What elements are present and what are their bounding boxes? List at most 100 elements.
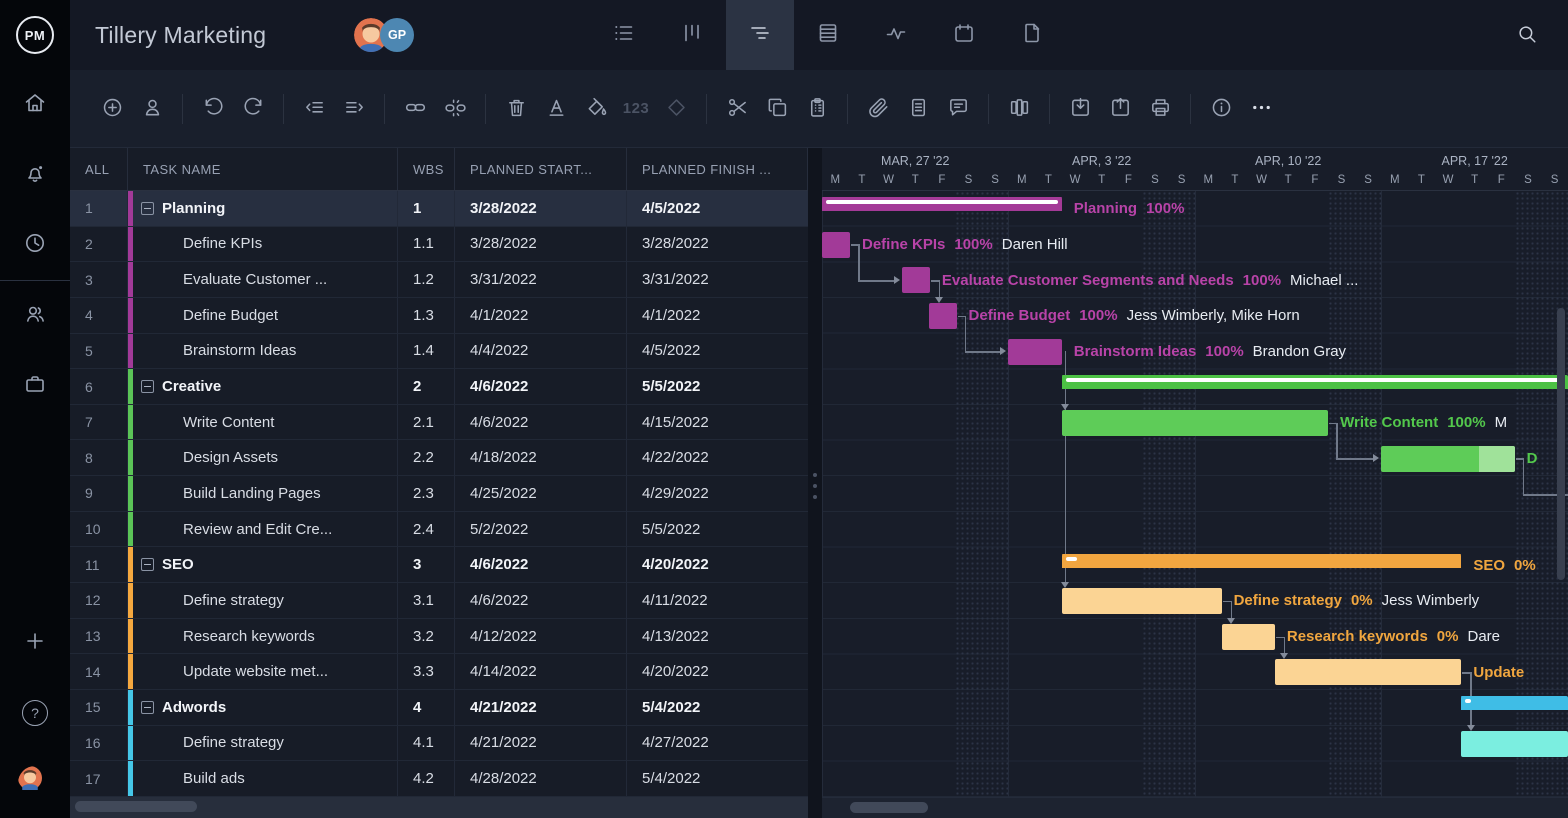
task-name-cell[interactable]: Update website met... bbox=[128, 654, 398, 689]
copy-button[interactable] bbox=[757, 89, 797, 129]
gantt-task-bar[interactable] bbox=[822, 232, 850, 258]
wbs-cell[interactable]: 1.1 bbox=[398, 227, 455, 262]
task-name-cell[interactable]: Build ads bbox=[128, 761, 398, 796]
link-tasks-button[interactable] bbox=[395, 89, 435, 129]
gantt-task-bar[interactable] bbox=[1008, 339, 1061, 365]
info-button[interactable] bbox=[1201, 89, 1241, 129]
view-tab-document-view[interactable] bbox=[998, 0, 1066, 70]
planned-start-cell[interactable]: 4/21/2022 bbox=[455, 690, 627, 725]
row-number-cell[interactable]: 14 bbox=[70, 654, 128, 689]
view-tab-gantt-view[interactable] bbox=[726, 0, 794, 70]
gantt-task-bar[interactable] bbox=[1062, 588, 1222, 614]
task-name-cell[interactable]: Build Landing Pages bbox=[128, 476, 398, 511]
sidebar-item-team[interactable] bbox=[0, 281, 70, 351]
column-header-task-name[interactable]: TASK NAME bbox=[128, 148, 398, 190]
add-person-button[interactable] bbox=[132, 89, 172, 129]
wbs-cell[interactable]: 1.3 bbox=[398, 298, 455, 333]
column-header-wbs[interactable]: WBS bbox=[398, 148, 455, 190]
planned-finish-cell[interactable]: 4/20/2022 bbox=[627, 654, 808, 689]
wbs-cell[interactable]: 2.1 bbox=[398, 405, 455, 440]
table-hscrollbar-track[interactable] bbox=[70, 797, 808, 818]
view-tab-activity-view[interactable] bbox=[862, 0, 930, 70]
panel-resize-handle[interactable] bbox=[808, 148, 822, 818]
planned-start-cell[interactable]: 4/6/2022 bbox=[455, 547, 627, 582]
import-button[interactable] bbox=[1060, 89, 1100, 129]
row-number-cell[interactable]: 8 bbox=[70, 440, 128, 475]
redo-button[interactable] bbox=[233, 89, 273, 129]
gantt-summary-bar[interactable] bbox=[1062, 554, 1462, 568]
wbs-cell[interactable]: 3.3 bbox=[398, 654, 455, 689]
gantt-task-bar[interactable] bbox=[1062, 410, 1328, 436]
task-name-cell[interactable]: SEO bbox=[128, 547, 398, 582]
notes-button[interactable] bbox=[898, 89, 938, 129]
planned-start-cell[interactable]: 4/21/2022 bbox=[455, 726, 627, 761]
add-task-button[interactable] bbox=[92, 89, 132, 129]
view-tab-board-view[interactable] bbox=[658, 0, 726, 70]
search-button[interactable] bbox=[1504, 0, 1550, 70]
row-number-cell[interactable]: 3 bbox=[70, 262, 128, 297]
sidebar-item-time[interactable] bbox=[0, 210, 70, 280]
collapse-group-button[interactable] bbox=[141, 701, 154, 714]
planned-finish-cell[interactable]: 4/1/2022 bbox=[627, 298, 808, 333]
planned-finish-cell[interactable]: 5/4/2022 bbox=[627, 690, 808, 725]
app-logo[interactable]: PM bbox=[0, 0, 70, 70]
unlink-tasks-button[interactable] bbox=[435, 89, 475, 129]
planned-finish-cell[interactable]: 4/15/2022 bbox=[627, 405, 808, 440]
column-header-planned-start[interactable]: PLANNED START... bbox=[455, 148, 627, 190]
wbs-cell[interactable]: 2.2 bbox=[398, 440, 455, 475]
print-button[interactable] bbox=[1140, 89, 1180, 129]
row-number-cell[interactable]: 16 bbox=[70, 726, 128, 761]
planned-start-cell[interactable]: 5/2/2022 bbox=[455, 512, 627, 547]
planned-start-cell[interactable]: 4/4/2022 bbox=[455, 334, 627, 369]
sidebar-item-add[interactable] bbox=[0, 608, 70, 678]
cut-button[interactable] bbox=[717, 89, 757, 129]
planned-finish-cell[interactable]: 4/20/2022 bbox=[627, 547, 808, 582]
planned-finish-cell[interactable]: 4/11/2022 bbox=[627, 583, 808, 618]
sidebar-item-profile[interactable] bbox=[0, 748, 70, 818]
wbs-cell[interactable]: 2.3 bbox=[398, 476, 455, 511]
text-color-button[interactable] bbox=[536, 89, 576, 129]
wbs-cell[interactable]: 1 bbox=[398, 191, 455, 226]
task-name-cell[interactable]: Define strategy bbox=[128, 583, 398, 618]
indent-button[interactable] bbox=[334, 89, 374, 129]
planned-finish-cell[interactable]: 3/31/2022 bbox=[627, 262, 808, 297]
wbs-cell[interactable]: 4.2 bbox=[398, 761, 455, 796]
row-number-cell[interactable]: 17 bbox=[70, 761, 128, 796]
gantt-task-bar[interactable] bbox=[929, 303, 957, 329]
task-name-cell[interactable]: Evaluate Customer ... bbox=[128, 262, 398, 297]
planned-start-cell[interactable]: 4/6/2022 bbox=[455, 583, 627, 618]
planned-start-cell[interactable]: 4/25/2022 bbox=[455, 476, 627, 511]
row-number-cell[interactable]: 2 bbox=[70, 227, 128, 262]
row-number-cell[interactable]: 10 bbox=[70, 512, 128, 547]
planned-start-cell[interactable]: 4/18/2022 bbox=[455, 440, 627, 475]
row-number-cell[interactable]: 11 bbox=[70, 547, 128, 582]
row-number-cell[interactable]: 6 bbox=[70, 369, 128, 404]
planned-start-cell[interactable]: 4/6/2022 bbox=[455, 369, 627, 404]
planned-finish-cell[interactable]: 4/13/2022 bbox=[627, 619, 808, 654]
milestone-button[interactable] bbox=[656, 89, 696, 129]
planned-start-cell[interactable]: 4/14/2022 bbox=[455, 654, 627, 689]
gantt-task-bar[interactable] bbox=[1381, 446, 1514, 472]
wbs-cell[interactable]: 1.2 bbox=[398, 262, 455, 297]
sidebar-item-home[interactable] bbox=[0, 70, 70, 140]
planned-start-cell[interactable]: 3/31/2022 bbox=[455, 262, 627, 297]
row-number-cell[interactable]: 1 bbox=[70, 191, 128, 226]
planned-finish-cell[interactable]: 4/22/2022 bbox=[627, 440, 808, 475]
task-name-cell[interactable]: Review and Edit Cre... bbox=[128, 512, 398, 547]
row-number-cell[interactable]: 5 bbox=[70, 334, 128, 369]
collapse-group-button[interactable] bbox=[141, 558, 154, 571]
table-hscrollbar-thumb[interactable] bbox=[75, 801, 197, 812]
gantt-task-bar[interactable] bbox=[1461, 731, 1568, 757]
row-number-cell[interactable]: 15 bbox=[70, 690, 128, 725]
task-name-cell[interactable]: Design Assets bbox=[128, 440, 398, 475]
planned-start-cell[interactable]: 4/1/2022 bbox=[455, 298, 627, 333]
collapse-group-button[interactable] bbox=[141, 202, 154, 215]
number-format-button[interactable]: 123 bbox=[616, 89, 656, 129]
planned-finish-cell[interactable]: 4/5/2022 bbox=[627, 191, 808, 226]
wbs-cell[interactable]: 3.2 bbox=[398, 619, 455, 654]
wbs-cell[interactable]: 2.4 bbox=[398, 512, 455, 547]
gantt-hscrollbar-track[interactable] bbox=[822, 797, 1568, 818]
planned-start-cell[interactable]: 3/28/2022 bbox=[455, 227, 627, 262]
task-name-cell[interactable]: Brainstorm Ideas bbox=[128, 334, 398, 369]
planned-finish-cell[interactable]: 5/5/2022 bbox=[627, 512, 808, 547]
